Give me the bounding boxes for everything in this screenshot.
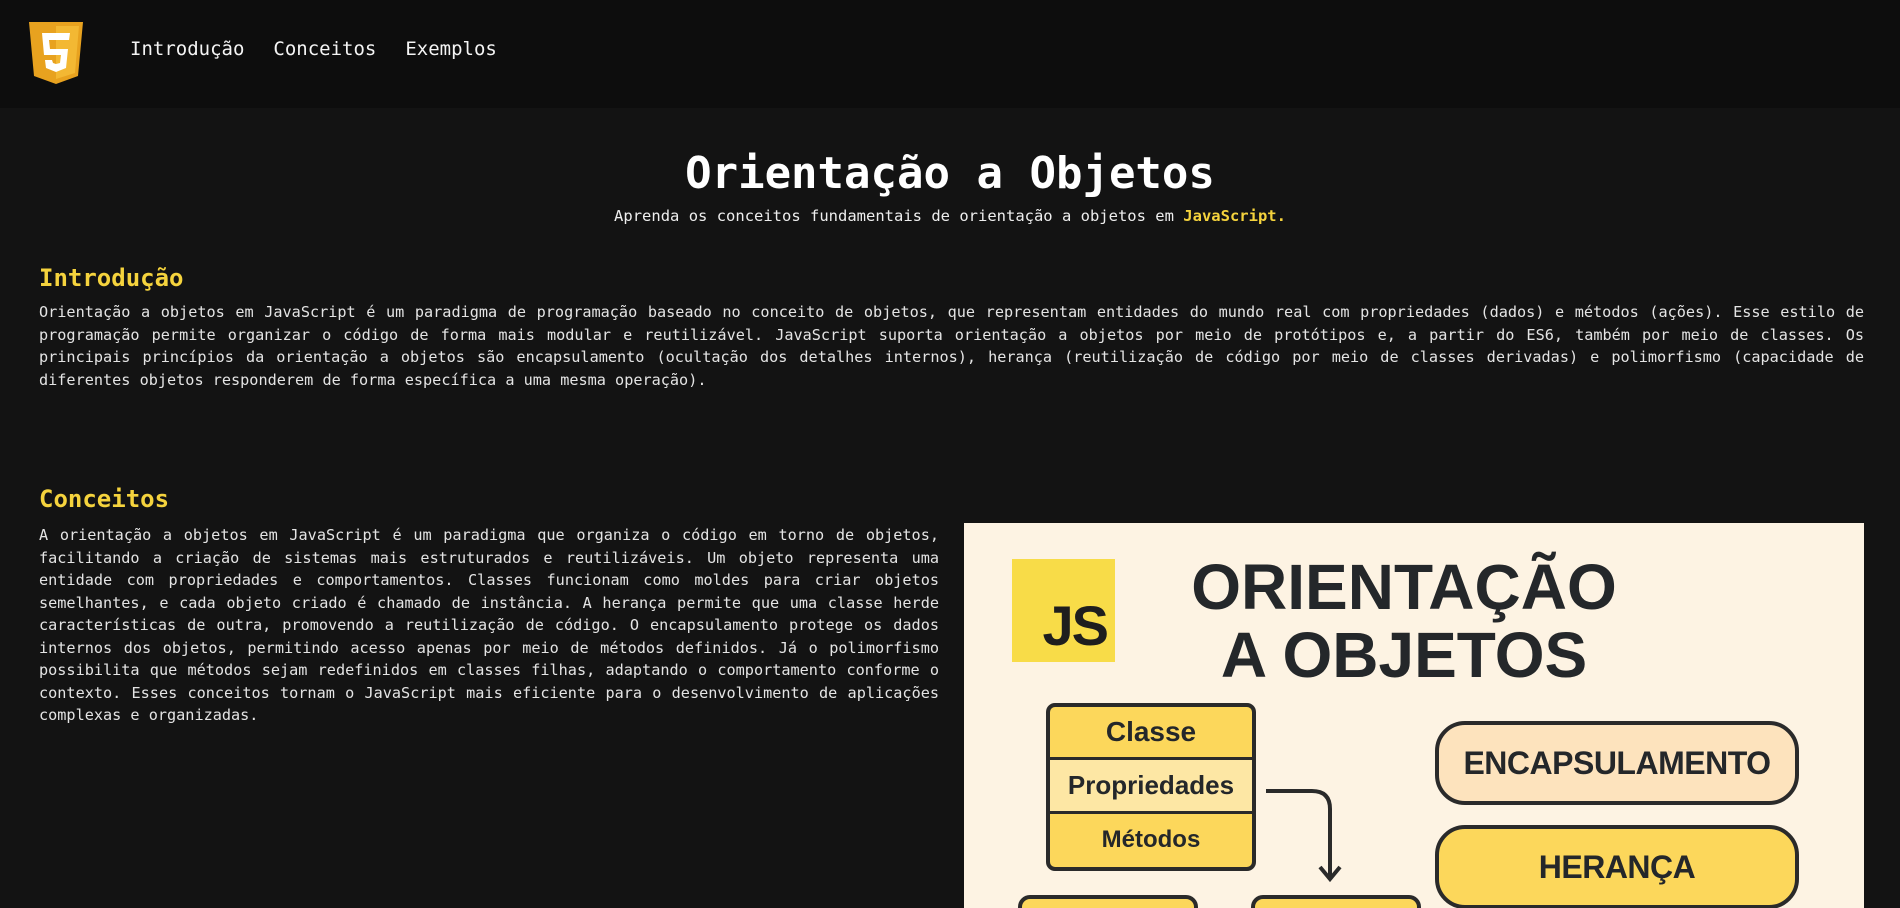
- top-navbar: Introdução Conceitos Exemplos: [0, 0, 1900, 108]
- intro-paragraph: Orientação a objetos em JavaScript é um …: [39, 303, 1864, 389]
- arrow-down-icon: [1266, 789, 1342, 883]
- nav-link-conceitos[interactable]: Conceitos: [273, 38, 376, 60]
- concepts-heading: Conceitos: [39, 485, 170, 513]
- class-row-classe: Classe: [1050, 707, 1252, 761]
- concepts-paragraph: A orientação a objetos em JavaScript é u…: [39, 526, 939, 724]
- oop-illustration: JS ORIENTAÇÃO A OBJETOS Classe Proprieda…: [964, 523, 1864, 908]
- js-logo: JS: [1012, 559, 1115, 662]
- subtitle-highlight: JavaScript.: [1183, 207, 1286, 225]
- illustration-title: ORIENTAÇÃO A OBJETOS: [1164, 553, 1644, 689]
- diagram-box-partial: [1018, 895, 1198, 908]
- illustration-title-line2: A OBJETOS: [1220, 619, 1588, 691]
- intro-heading: Introdução: [39, 264, 184, 292]
- html5-icon[interactable]: [29, 22, 83, 84]
- page-title: Orientação a Objetos: [685, 148, 1215, 199]
- pill-heranca: HERANÇA: [1435, 825, 1799, 908]
- nav-link-exemplos[interactable]: Exemplos: [405, 38, 497, 60]
- nav-link-introducao[interactable]: Introdução: [130, 38, 244, 60]
- js-logo-text: JS: [1042, 594, 1109, 657]
- subtitle-text: Aprenda os conceitos fundamentais de ori…: [614, 207, 1184, 225]
- illustration-title-line1: ORIENTAÇÃO: [1191, 551, 1617, 623]
- class-row-metodos: Métodos: [1101, 826, 1201, 854]
- diagram-box-partial: [1251, 895, 1421, 908]
- class-row-propriedades: Propriedades: [1050, 760, 1252, 814]
- pill-encapsulamento: ENCAPSULAMENTO: [1435, 721, 1799, 805]
- page-subtitle: Aprenda os conceitos fundamentais de ori…: [0, 207, 1900, 225]
- nav-links: Introdução Conceitos Exemplos: [130, 38, 526, 60]
- class-diagram-box: Classe Propriedades Métodos: [1046, 703, 1256, 871]
